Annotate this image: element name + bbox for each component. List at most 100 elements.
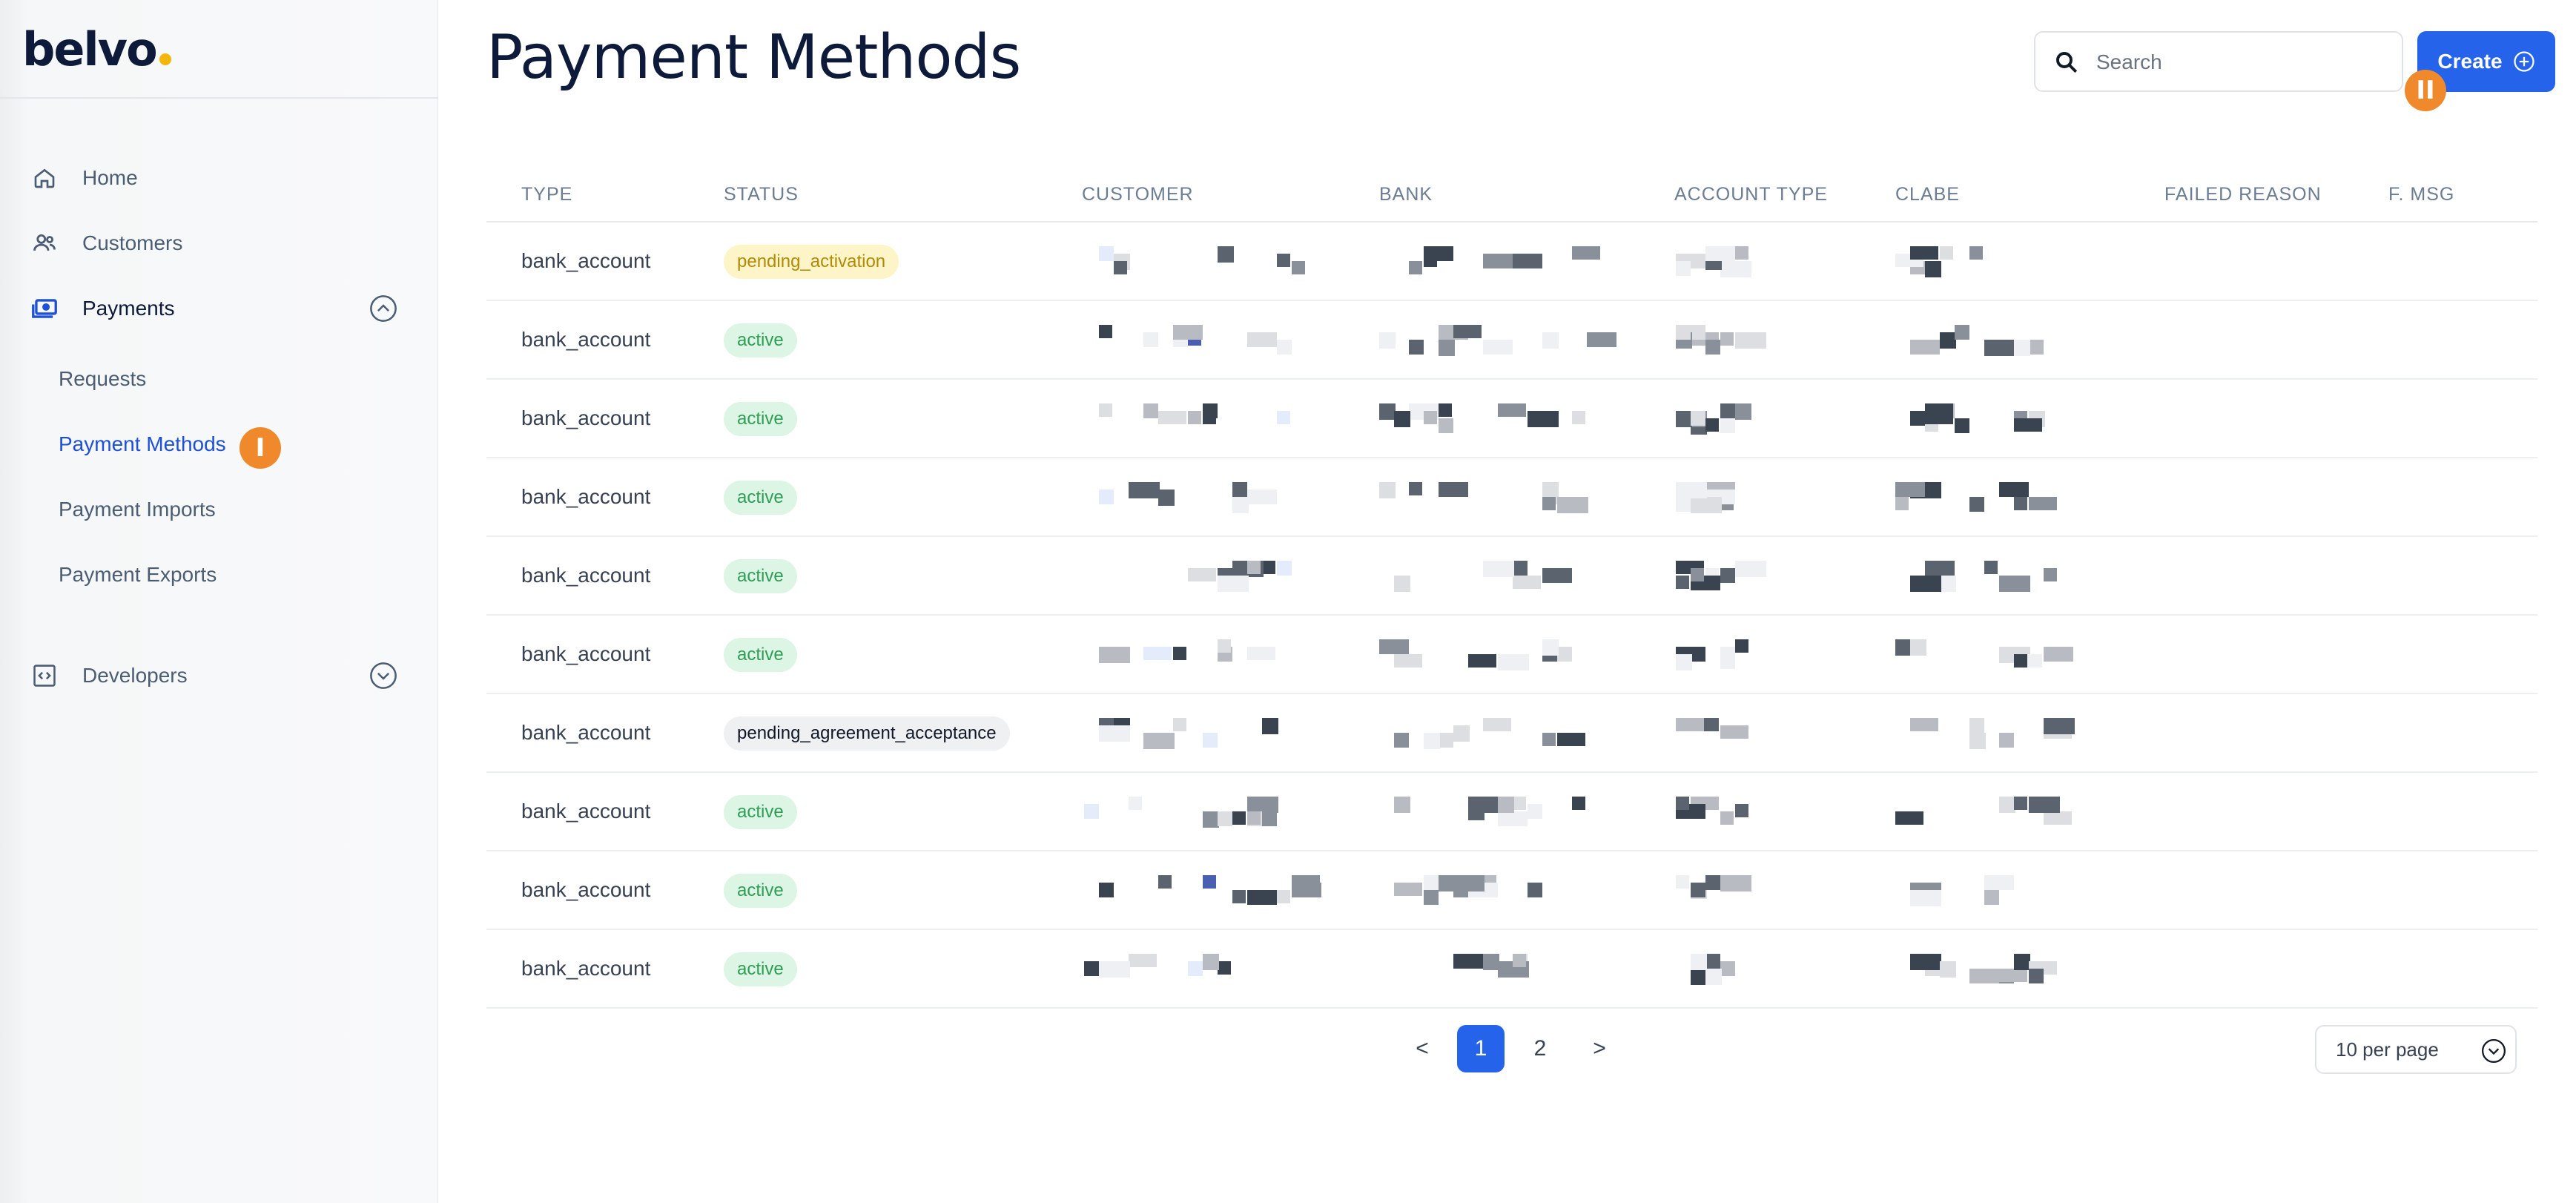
column-header-f-msg[interactable]: F. MSG [2388,184,2454,205]
redacted-pixel-block [2014,797,2027,810]
redacted-pixel-block [1277,254,1290,267]
redacted-pixel-block [1247,811,1261,825]
sidebar-item-label: Home [82,166,138,189]
chevron-up-icon[interactable] [369,294,397,323]
redacted-pixel-block [1925,261,1941,277]
per-page-select[interactable]: 10 per page [2315,1025,2517,1074]
sidebar-item-home[interactable]: Home [0,152,438,204]
redacted-pixel-block [1247,797,1278,813]
redacted-pixel-block [1720,811,1734,825]
column-header-status[interactable]: STATUS [724,184,799,205]
table-row[interactable]: bank_account active [486,458,2537,537]
sidebar-subitem-payment-exports[interactable]: Payment Exports [59,553,217,597]
annotation-marker-1: I [240,427,281,469]
redacted-pixel-block [1099,961,1130,978]
redacted-pixel-block [1513,797,1526,810]
sidebar-subitem-payment-imports[interactable]: Payment Imports [59,487,216,532]
status-badge: active [724,559,797,593]
table-row[interactable]: bank_account pending_agreement_acceptance [486,694,2537,773]
home-icon [30,163,59,193]
table-row[interactable]: bank_account active [486,537,2537,616]
redacted-pixel-block [2014,954,2030,970]
status-badge: active [724,638,797,672]
sidebar-subitem-requests[interactable]: Requests [59,357,146,401]
column-header-failed-reason[interactable]: FAILED REASON [2164,184,2322,205]
redacted-pixel-block [1691,411,1705,426]
redacted-pixel-block [1955,418,1969,433]
pagination-prev[interactable]: < [1398,1025,1446,1072]
sidebar-subitem-label: Requests [59,367,147,390]
chevron-down-icon[interactable] [369,662,397,690]
redacted-pixel-block [1940,961,1956,978]
redacted-pixel-block [1572,411,1585,424]
code-icon [30,661,59,691]
pagination-page-1[interactable]: 1 [1457,1025,1505,1072]
belvo-logo[interactable]: belvo [22,22,171,76]
redacted-pixel-block [1999,969,2027,982]
redacted-pixel-block [1379,403,1396,420]
plus-circle-icon [2513,50,2535,73]
table-row[interactable]: bank_account active [486,380,2537,458]
redacted-pixel-block [2029,797,2060,813]
redacted-pixel-block [1143,647,1172,660]
search-box[interactable] [2034,31,2403,92]
sidebar-subitem-label: Payment Imports [59,498,216,521]
redacted-pixel-block [1572,246,1600,260]
redacted-pixel-block [1910,340,1940,355]
column-header-bank[interactable]: BANK [1379,184,1433,205]
redacted-pixel-block [1999,482,2029,497]
table-row[interactable]: bank_account active [486,616,2537,694]
pagination-page-2[interactable]: 2 [1516,1025,1564,1072]
redacted-pixel-block [1720,961,1735,976]
table-row[interactable]: bank_account active [486,301,2537,380]
redacted-pixel-block [1394,576,1410,592]
redacted-pixel-block [1099,490,1114,504]
redacted-pixel-block [1999,733,2014,748]
redacted-pixel-block [1439,340,1455,356]
payments-icon [30,294,59,323]
redacted-pixel-block [1557,497,1588,513]
sidebar-item-customers[interactable]: Customers [0,217,438,269]
status-badge: active [724,795,797,829]
redacted-pixel-block [1676,797,1689,810]
search-input[interactable] [2096,45,2393,80]
cell-type: bank_account [521,642,651,665]
redacted-pixel-block [1895,497,1909,510]
redacted-pixel-block [1232,497,1249,513]
column-header-type[interactable]: TYPE [521,184,572,205]
logo-text: belvo [22,22,158,76]
redacted-pixel-block [1498,654,1529,670]
sidebar-item-payments[interactable]: Payments [0,283,438,334]
column-header-account-type[interactable]: ACCOUNT TYPE [1674,184,1828,205]
redacted-pixel-block [2014,340,2030,356]
table-row[interactable]: bank_account active [486,930,2537,1009]
redacted-pixel-block [1940,246,1953,260]
redacted-pixel-block [1143,403,1158,418]
table-row[interactable]: bank_account active [486,851,2537,930]
sidebar-item-developers[interactable]: Developers [0,650,438,702]
redacted-pixel-block [1129,797,1142,810]
redacted-pixel-block [1895,482,1925,497]
pagination-next[interactable]: > [1576,1025,1623,1072]
redacted-pixel-block [1173,718,1186,731]
redacted-pixel-block [2029,340,2044,355]
sidebar-item-label: Payments [82,297,175,320]
redacted-pixel-block [1453,883,1468,897]
table-row[interactable]: bank_account active [486,773,2537,851]
redacted-pixel-block [1143,332,1158,347]
table-row[interactable]: bank_account pending_activation [486,223,2537,301]
sidebar-subitem-payment-methods[interactable]: Payment Methods [59,422,226,467]
redacted-pixel-block [1262,718,1278,734]
column-header-clabe[interactable]: CLABE [1895,184,1960,205]
redacted-pixel-block [1188,568,1216,581]
redacted-pixel-block [1158,490,1175,506]
status-badge: active [724,481,797,515]
redacted-pixel-block [1247,561,1261,574]
redacted-pixel-block [1409,340,1424,355]
redacted-pixel-block [1203,411,1216,424]
cell-type: bank_account [521,721,651,744]
redacted-pixel-block [1099,883,1114,897]
redacted-pixel-block [1129,954,1157,967]
redacted-pixel-block [1439,875,1455,891]
column-header-customer[interactable]: CUSTOMER [1082,184,1194,205]
